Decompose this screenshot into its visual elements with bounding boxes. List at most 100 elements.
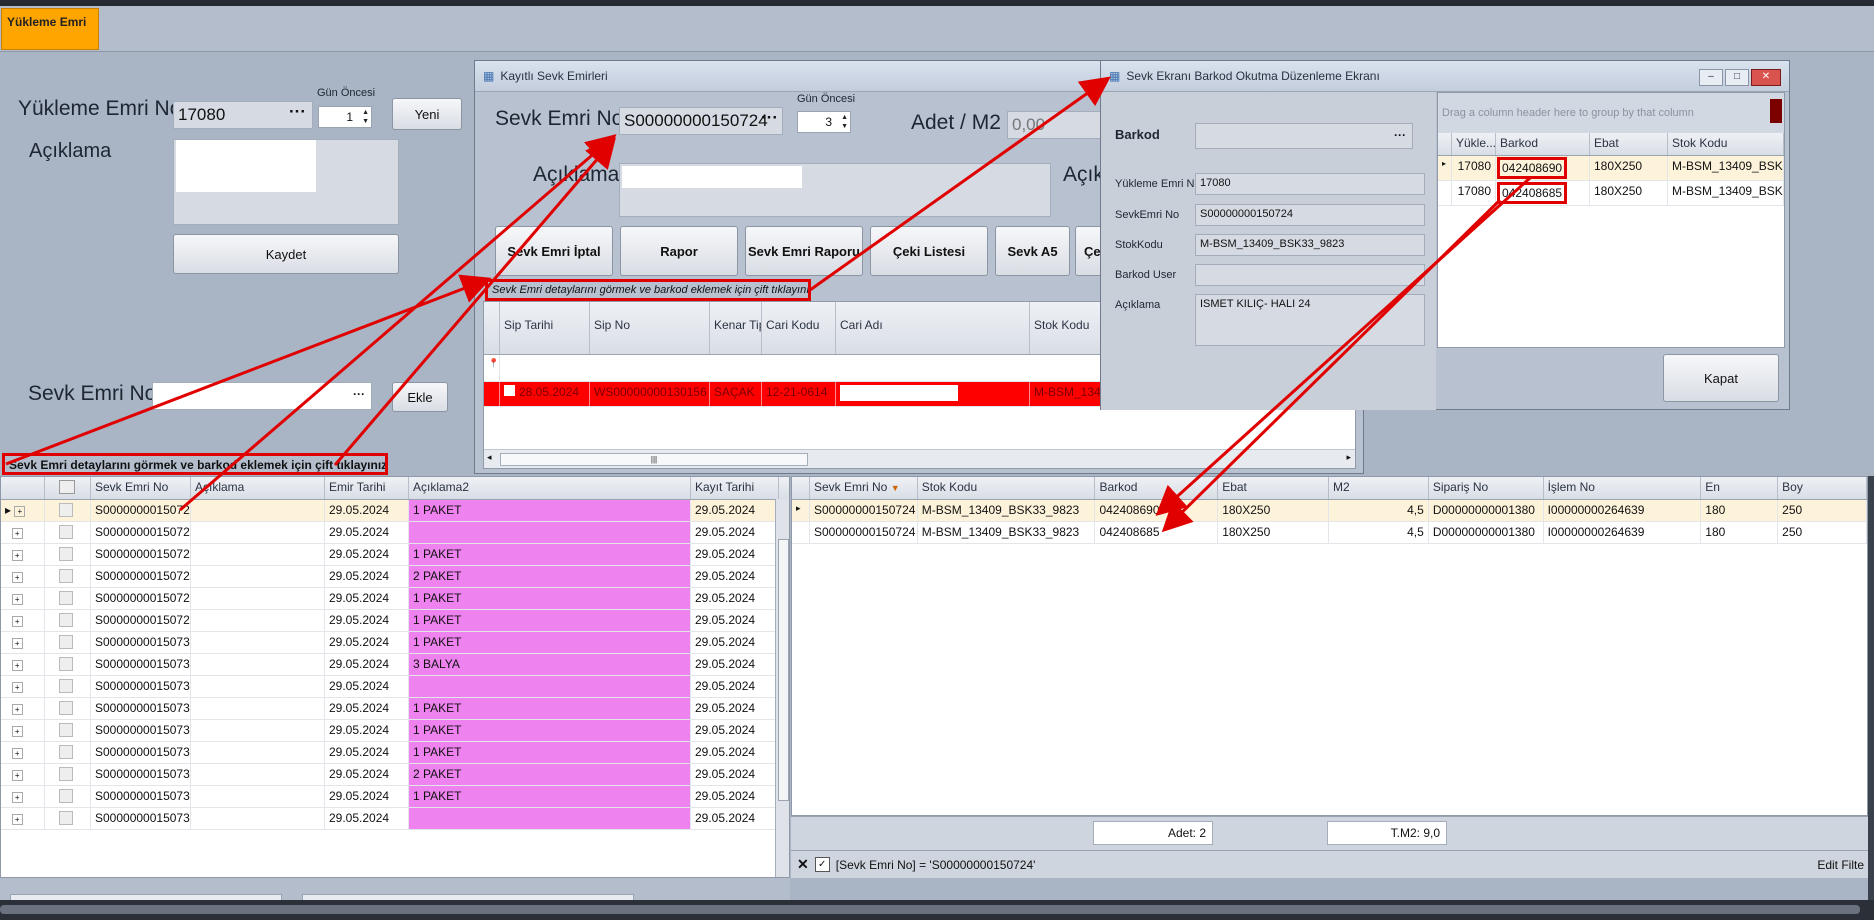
- col-barkod[interactable]: Barkod: [1095, 477, 1219, 499]
- row-expand-icon[interactable]: +: [1, 522, 45, 543]
- col-aciklama2[interactable]: Açıklama2: [409, 477, 691, 499]
- checkbox-icon[interactable]: [59, 480, 75, 494]
- rapor-button[interactable]: Rapor: [620, 226, 738, 276]
- table-row[interactable]: 17080 042408685 180X250 M-BSM_13409_BSK.…: [1438, 181, 1784, 206]
- table-row[interactable]: + S00000000150738 29.05.2024 29.05.2024: [1, 808, 789, 830]
- table-row[interactable]: + S00000000150726 29.05.2024 1 PAKET 29.05.2…: [1, 544, 789, 566]
- aciklama-textarea[interactable]: [173, 139, 399, 225]
- close-filter-icon[interactable]: ✕: [797, 856, 809, 873]
- aciklama-textarea[interactable]: [619, 163, 1051, 217]
- ellipsis-icon[interactable]: ···: [353, 387, 365, 401]
- col-ebat[interactable]: Ebat: [1590, 133, 1668, 155]
- row-expand-icon[interactable]: +: [1, 742, 45, 763]
- col-kayit-tarihi[interactable]: Kayıt Tarihi: [691, 477, 779, 499]
- panel-marker-icon[interactable]: [1770, 99, 1782, 123]
- yukleme-field[interactable]: 17080: [1195, 173, 1425, 195]
- ellipsis-icon[interactable]: ···: [761, 108, 778, 128]
- table-row[interactable]: + S00000000150731 29.05.2024 3 BALYA 29.05.2…: [1, 654, 789, 676]
- table-row[interactable]: + S00000000150728 29.05.2024 1 PAKET 29.05.2…: [1, 588, 789, 610]
- row-checkbox-icon[interactable]: [45, 588, 91, 609]
- col-cari-adi[interactable]: Cari Adı: [836, 302, 1030, 354]
- table-row[interactable]: ▸ + S00000000150724 29.05.2024 1 PAKET 29.05…: [1, 500, 789, 522]
- col-islem-no[interactable]: İşlem No: [1544, 477, 1702, 499]
- row-checkbox-icon[interactable]: [45, 786, 91, 807]
- row-checkbox-icon[interactable]: [45, 610, 91, 631]
- table-row[interactable]: + S00000000150737 29.05.2024 1 PAKET 29.05.2…: [1, 786, 789, 808]
- row-checkbox-icon[interactable]: [45, 698, 91, 719]
- col-sip-tarihi[interactable]: Sip Tarihi: [500, 302, 590, 354]
- col-sip-no[interactable]: Sip No: [590, 302, 710, 354]
- row-checkbox-icon[interactable]: [45, 808, 91, 829]
- row-expand-icon[interactable]: +: [1, 566, 45, 587]
- ellipsis-icon[interactable]: ···: [289, 102, 306, 122]
- close-icon[interactable]: ✕: [1751, 69, 1781, 86]
- table-row[interactable]: + S00000000150735 29.05.2024 1 PAKET 29.05.2…: [1, 742, 789, 764]
- col-siparis-no[interactable]: Sipariş No: [1429, 477, 1544, 499]
- group-panel[interactable]: Drag a column header here to group by th…: [1438, 93, 1784, 133]
- row-checkbox-icon[interactable]: [45, 742, 91, 763]
- row-expand-icon[interactable]: ▸ +: [1, 500, 45, 521]
- adet-m2-field[interactable]: 0,00: [1007, 111, 1107, 139]
- col-sevk-emri-no[interactable]: Sevk Emri No: [91, 477, 191, 499]
- col-cari-kodu[interactable]: Cari Kodu: [762, 302, 836, 354]
- col-emir-tarihi[interactable]: Emir Tarihi: [325, 477, 409, 499]
- horizontal-scrollbar[interactable]: [0, 905, 1860, 914]
- minimize-icon[interactable]: –: [1699, 69, 1723, 86]
- table-row[interactable]: ▸ S00000000150724 M-BSM_13409_BSK33_9823 04…: [792, 500, 1867, 522]
- filter-checkbox-icon[interactable]: ✓: [814, 857, 830, 872]
- tab-yukleme-emri[interactable]: Yükleme Emri: [1, 8, 99, 50]
- barkod-user-field[interactable]: [1195, 264, 1425, 286]
- vertical-scrollbar[interactable]: [775, 499, 789, 877]
- row-expand-icon[interactable]: +: [1, 654, 45, 675]
- maximize-icon[interactable]: □: [1725, 69, 1749, 86]
- col-barkod[interactable]: Barkod: [1496, 133, 1590, 155]
- row-expand-icon[interactable]: +: [1, 720, 45, 741]
- row-checkbox-icon[interactable]: [45, 544, 91, 565]
- table-row[interactable]: + S00000000150732 29.05.2024 29.05.2024: [1, 676, 789, 698]
- col-kenar-tipi[interactable]: Kenar Tipi: [710, 302, 762, 354]
- row-checkbox-icon[interactable]: [45, 720, 91, 741]
- sevk-emri-iptal-button[interactable]: Sevk Emri İptal: [495, 226, 613, 276]
- row-expand-icon[interactable]: +: [1, 610, 45, 631]
- col-en[interactable]: En: [1701, 477, 1779, 499]
- horizontal-scrollbar[interactable]: ◂ ||| ▸: [484, 449, 1355, 468]
- table-row[interactable]: ▸ 17080 042408690 180X250 M-BSM_13409_BS…: [1438, 156, 1784, 181]
- checkbox-icon[interactable]: [504, 385, 515, 396]
- col-yukleme[interactable]: Yükle...: [1452, 133, 1496, 155]
- sevk-field[interactable]: S00000000150724: [1195, 204, 1425, 226]
- save-button[interactable]: Kaydet: [173, 234, 399, 274]
- sevk-emri-input[interactable]: ···: [152, 382, 372, 410]
- sevk-a5-button[interactable]: Sevk A5: [995, 226, 1070, 276]
- col-sevk-emri-no[interactable]: Sevk Emri No ▼: [810, 477, 918, 499]
- table-row[interactable]: + S00000000150733 29.05.2024 1 PAKET 29.05.2…: [1, 698, 789, 720]
- row-expand-icon[interactable]: +: [1, 808, 45, 829]
- gun-oncesi-spinner[interactable]: 3 ▲ ▼: [797, 111, 851, 133]
- col-select[interactable]: [45, 477, 91, 499]
- aciklama-field[interactable]: ISMET KILIÇ- HALI 24: [1195, 294, 1425, 346]
- sevk-emri-field[interactable]: S00000000150724 ···: [619, 107, 783, 135]
- sevk-emri-raporu-button[interactable]: Sevk Emri Raporu: [745, 226, 863, 276]
- scroll-right-icon[interactable]: ▸: [1346, 452, 1351, 463]
- row-checkbox-icon[interactable]: [45, 500, 91, 521]
- table-row[interactable]: S00000000150724 M-BSM_13409_BSK33_9823 042…: [792, 522, 1867, 544]
- ellipsis-icon[interactable]: ···: [1394, 128, 1406, 142]
- row-checkbox-icon[interactable]: [45, 654, 91, 675]
- col-ebat[interactable]: Ebat: [1218, 477, 1329, 499]
- row-expand-icon[interactable]: +: [1, 676, 45, 697]
- spin-arrows-icon[interactable]: ▲ ▼: [838, 113, 848, 131]
- row-expand-icon[interactable]: +: [1, 764, 45, 785]
- row-checkbox-icon[interactable]: [45, 632, 91, 653]
- row-checkbox-icon[interactable]: [45, 764, 91, 785]
- spin-arrows-icon[interactable]: ▲ ▼: [359, 108, 369, 126]
- row-checkbox-icon[interactable]: [45, 566, 91, 587]
- col-m2[interactable]: M2: [1329, 477, 1429, 499]
- ceki-listesi-button[interactable]: Çeki Listesi: [870, 226, 988, 276]
- sevk-emri-grid[interactable]: Sevk Emri No Açıklama Emir Tarihi Açıkla…: [0, 476, 790, 878]
- yukleme-emri-field[interactable]: 17080 ···: [173, 101, 313, 129]
- scroll-left-icon[interactable]: ◂: [487, 452, 492, 463]
- gun-oncesi-spinner[interactable]: 1 ▲ ▼: [318, 106, 372, 128]
- col-stok-kodu[interactable]: Stok Kodu: [918, 477, 1096, 499]
- col-stok-kodu[interactable]: Stok Kodu: [1668, 133, 1784, 155]
- barkod-list-grid[interactable]: Drag a column header here to group by th…: [1437, 92, 1785, 348]
- table-row[interactable]: + S00000000150727 29.05.2024 2 PAKET 29.05.2…: [1, 566, 789, 588]
